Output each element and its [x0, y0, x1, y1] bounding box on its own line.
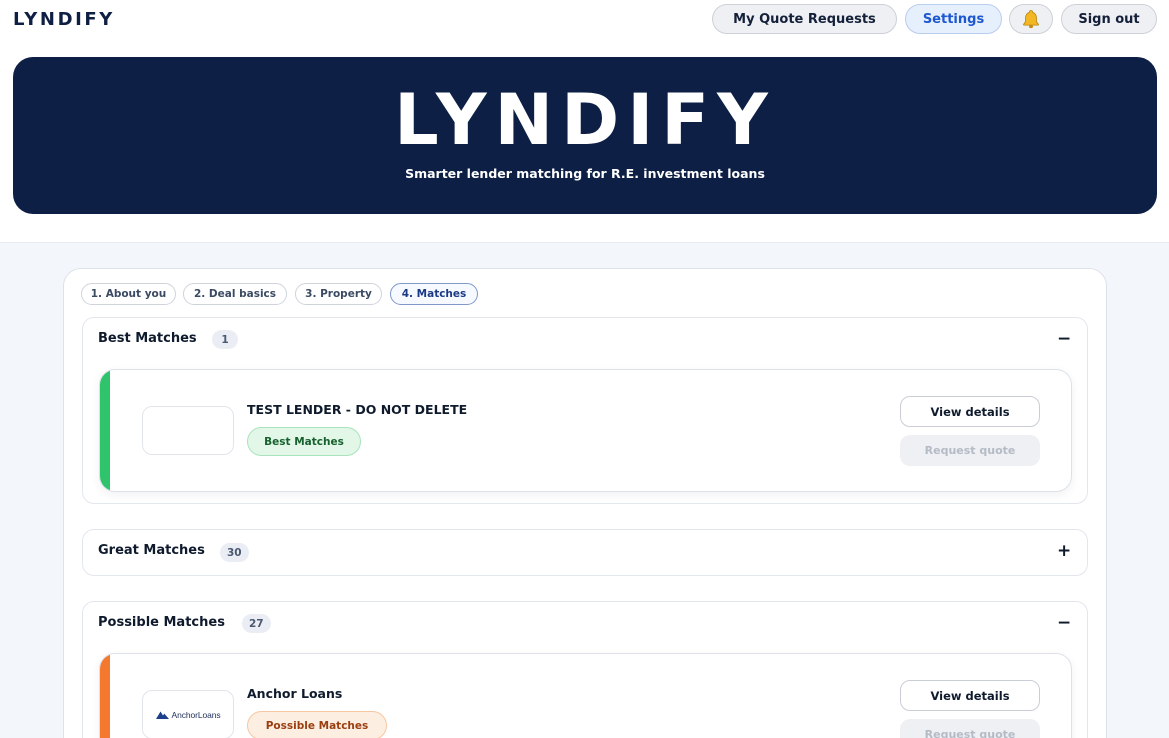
anchor-loans-logo: AnchorLoans [143, 691, 233, 738]
anchor-logo-icon [155, 711, 169, 719]
expand-icon[interactable]: + [1057, 542, 1071, 560]
best-matches-section: Best Matches 1 − TEST LENDER - DO NOT DE… [82, 317, 1088, 504]
hero-subtitle: Smarter lender matching for R.E. investm… [405, 166, 765, 181]
notifications-button[interactable] [1009, 4, 1053, 34]
hero-title: LYNDIFY [394, 79, 776, 161]
request-quote-button[interactable]: Request quote [900, 719, 1040, 738]
collapse-icon[interactable]: − [1057, 614, 1071, 632]
request-quote-button[interactable]: Request quote [900, 435, 1040, 466]
count-badge: 30 [220, 543, 249, 562]
great-matches-header[interactable]: Great Matches 30 + [83, 530, 1087, 575]
match-level-badge: Best Matches [247, 427, 361, 456]
page: LYNDIFY My Quote Requests Settings Sign … [0, 0, 1169, 738]
match-level-badge: Possible Matches [247, 711, 387, 738]
my-quote-requests-button[interactable]: My Quote Requests [712, 4, 897, 34]
section-title: Great Matches [98, 543, 205, 558]
count-badge: 27 [242, 614, 271, 633]
match-accent-bar [100, 654, 110, 738]
logo-text: AnchorLoans [171, 709, 221, 720]
count-badge: 1 [212, 330, 238, 349]
match-accent-bar [100, 370, 110, 491]
possible-matches-section: Possible Matches 27 − AnchorLoans Anchor… [82, 601, 1088, 738]
lender-card: AnchorLoans Anchor Loans Possible Matche… [99, 653, 1072, 738]
lender-name: Anchor Loans [247, 686, 343, 701]
collapse-icon[interactable]: − [1057, 330, 1071, 348]
hero-banner: LYNDIFY Smarter lender matching for R.E.… [13, 57, 1157, 214]
lender-logo-placeholder [142, 406, 234, 455]
possible-matches-header[interactable]: Possible Matches 27 − [83, 602, 1087, 646]
step-matches[interactable]: 4. Matches [390, 283, 478, 305]
lender-name: TEST LENDER - DO NOT DELETE [247, 402, 468, 417]
section-title: Best Matches [98, 331, 197, 346]
great-matches-section: Great Matches 30 + [82, 529, 1088, 576]
step-property[interactable]: 3. Property [295, 283, 382, 305]
settings-button[interactable]: Settings [905, 4, 1002, 34]
best-matches-header[interactable]: Best Matches 1 − [83, 318, 1087, 362]
lender-logo: AnchorLoans [142, 690, 234, 738]
view-details-button[interactable]: View details [900, 680, 1040, 711]
bell-icon [1023, 10, 1039, 29]
top-navigation: LYNDIFY My Quote Requests Settings Sign … [0, 0, 1169, 40]
section-title: Possible Matches [98, 615, 225, 630]
step-deal-basics[interactable]: 2. Deal basics [183, 283, 287, 305]
lender-card: TEST LENDER - DO NOT DELETE Best Matches… [99, 369, 1072, 492]
view-details-button[interactable]: View details [900, 396, 1040, 427]
sign-out-button[interactable]: Sign out [1061, 4, 1157, 34]
step-about-you[interactable]: 1. About you [81, 283, 176, 305]
brand-logo[interactable]: LYNDIFY [13, 9, 115, 30]
